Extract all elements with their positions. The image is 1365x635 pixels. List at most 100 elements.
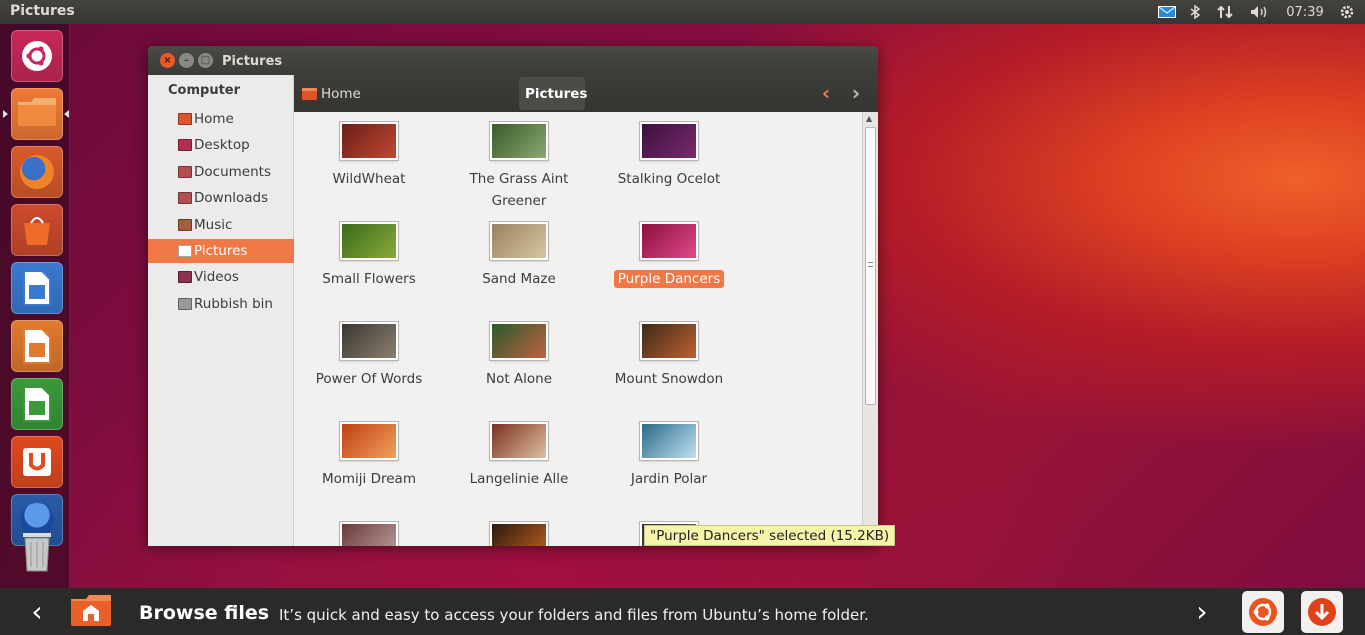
file-item[interactable]: Jardin Polar [594, 422, 744, 518]
file-item[interactable]: Power Of Words [294, 322, 444, 418]
file-name: Langelinie Alle [469, 471, 569, 487]
sidebar-item-downloads[interactable]: Downloads [148, 186, 294, 210]
image-thumbnail [640, 322, 698, 360]
software-center-icon[interactable] [11, 204, 63, 256]
previous-arrow-icon[interactable]: ‹ [22, 595, 52, 628]
ubuntu-dash-icon[interactable] [11, 30, 63, 82]
file-name: Purple Dancers [613, 270, 725, 288]
files-folder-icon[interactable] [11, 88, 63, 140]
image-thumbnail [340, 222, 398, 260]
maximize-button[interactable]: □ [198, 53, 213, 68]
ubuntu-logo-icon [1249, 598, 1277, 626]
file-item[interactable]: Small Flowers [294, 222, 444, 318]
music-icon [178, 218, 192, 231]
active-app-title: Pictures [10, 3, 75, 19]
minimize-button[interactable]: – [179, 53, 194, 68]
focused-indicator [64, 110, 69, 118]
file-item[interactable]: Sand Maze [444, 222, 594, 318]
file-name: The Grass Aint Greener [469, 171, 569, 209]
file-item[interactable]: Momiji Dream [294, 422, 444, 518]
file-name: WildWheat [332, 171, 406, 187]
back-arrow-icon[interactable]: ‹ [814, 79, 838, 107]
image-thumbnail [490, 322, 548, 360]
rubbish-bin-icon[interactable] [11, 524, 63, 576]
file-item[interactable]: Purple Dancers [594, 222, 744, 318]
file-item[interactable]: Not Alone [444, 322, 594, 418]
tour-title: Browse files [139, 602, 270, 624]
firefox-icon[interactable] [11, 146, 63, 198]
sidebar-item-desktop[interactable]: Desktop [148, 133, 294, 157]
breadcrumb-home-label: Home [321, 85, 361, 102]
places-sidebar: Computer Home Desktop Documents Downloads Mu… [148, 75, 294, 546]
ubuntu-one-icon[interactable] [11, 436, 63, 488]
volume-icon[interactable] [1248, 0, 1272, 24]
sidebar-item-music[interactable]: Music [148, 213, 294, 237]
forward-arrow-icon[interactable]: › [844, 79, 868, 107]
file-name: Small Flowers [322, 271, 416, 287]
sidebar-item-label: Videos [194, 269, 239, 286]
file-name: Momiji Dream [322, 471, 416, 487]
sidebar-item-label: Home [194, 111, 234, 127]
running-indicator [3, 110, 8, 118]
sidebar-item-rubbish-bin[interactable]: Rubbish bin [148, 292, 294, 316]
next-arrow-icon[interactable]: › [1187, 595, 1217, 628]
sidebar-heading: Computer [168, 83, 241, 98]
window-title: Pictures [222, 54, 283, 69]
network-icon[interactable] [1214, 0, 1236, 24]
breadcrumb-current-label: Pictures [525, 85, 588, 102]
file-item[interactable]: WildWheat [294, 122, 444, 218]
file-item[interactable]: The Grass Aint Greener [444, 122, 594, 218]
desktop-icon [178, 139, 192, 152]
image-thumbnail [490, 122, 548, 160]
sidebar-item-label: Pictures [194, 243, 248, 259]
libreoffice-calc-icon[interactable] [11, 378, 63, 430]
sidebar-item-label: Rubbish bin [194, 295, 273, 312]
sidebar-item-documents[interactable]: Documents [148, 160, 294, 184]
file-item[interactable]: Langelinie Alle [444, 422, 594, 518]
scroll-up-icon[interactable]: ▲ [866, 114, 872, 123]
file-item[interactable] [444, 522, 594, 546]
window-titlebar[interactable]: × – □ Pictures [148, 46, 878, 75]
file-name: Stalking Ocelot [617, 171, 721, 187]
mail-indicator-icon[interactable] [1157, 0, 1177, 24]
downloads-icon [178, 192, 192, 205]
breadcrumb-home[interactable]: Home [302, 77, 361, 110]
image-thumbnail [340, 522, 398, 546]
breadcrumb-current[interactable]: Pictures [519, 77, 588, 110]
rubbish-bin-icon [178, 297, 192, 310]
file-name: Jardin Polar [630, 471, 708, 487]
pictures-icon [178, 245, 192, 257]
sidebar-item-pictures[interactable]: Pictures [148, 239, 294, 263]
file-manager-window: × – □ Pictures Computer Home Desktop Docum… [148, 46, 878, 546]
session-gear-icon[interactable] [1336, 0, 1358, 24]
scrollbar-thumb[interactable] [865, 127, 876, 405]
home-icon [178, 113, 192, 125]
sidebar-item-label: Downloads [194, 190, 269, 207]
image-thumbnail [490, 422, 548, 460]
file-item[interactable]: Mount Snowdon [594, 322, 744, 418]
ubuntu-logo-button[interactable] [1242, 591, 1284, 633]
libreoffice-writer-icon[interactable] [11, 262, 63, 314]
download-icon [1308, 598, 1336, 626]
libreoffice-impress-icon[interactable] [11, 320, 63, 372]
sidebar-item-videos[interactable]: Videos [148, 265, 294, 289]
file-name: Mount Snowdon [614, 371, 724, 387]
sidebar-item-label: Documents [194, 163, 271, 180]
selection-status-tooltip: "Purple Dancers" selected (15.2KB) [644, 525, 896, 546]
file-item[interactable] [294, 522, 444, 546]
vertical-scrollbar[interactable]: ▲ [862, 112, 878, 546]
image-thumbnail [490, 522, 548, 546]
file-item[interactable]: Stalking Ocelot [594, 122, 744, 218]
image-thumbnail [340, 122, 398, 160]
bluetooth-icon[interactable] [1186, 0, 1204, 24]
clock[interactable]: 07:39 [1284, 0, 1326, 24]
file-icon-view: WildWheat The Grass Aint Greener Stalking … [294, 112, 862, 546]
image-thumbnail [640, 222, 698, 260]
close-button[interactable]: × [160, 53, 175, 68]
sidebar-item-label: Desktop [194, 137, 250, 154]
file-name: Power Of Words [315, 371, 423, 387]
download-button[interactable] [1301, 591, 1343, 633]
path-bar: Home Pictures ‹ › [294, 75, 878, 112]
tour-bottom-bar: ‹ Browse files It’s quick and easy to ac… [0, 588, 1365, 635]
sidebar-item-home[interactable]: Home [148, 107, 294, 131]
